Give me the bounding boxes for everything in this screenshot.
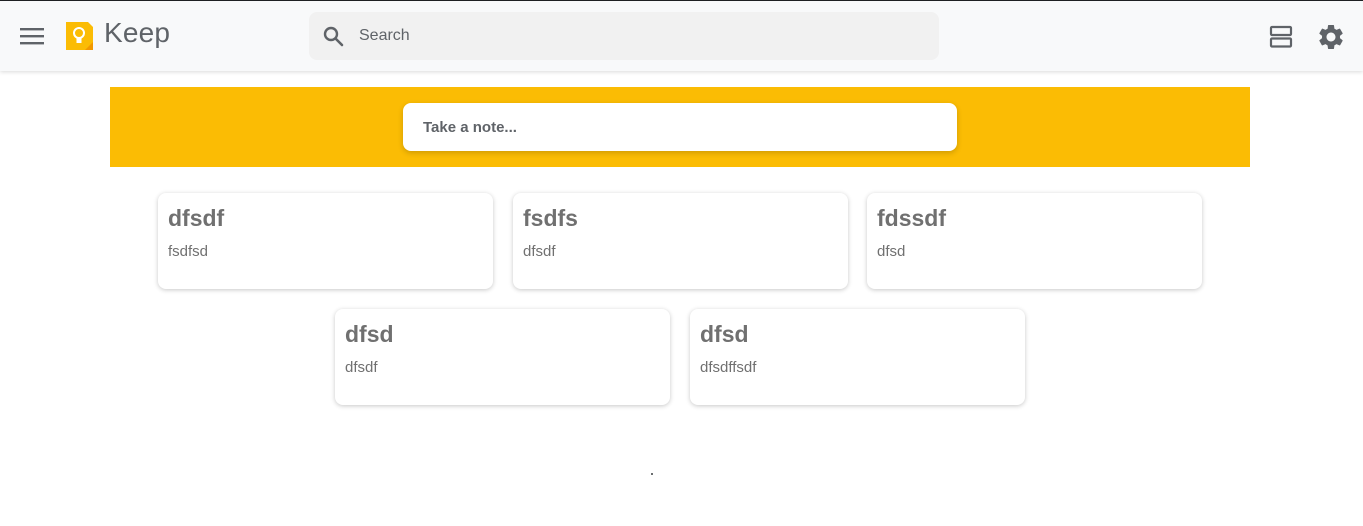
note-title: fdssdf <box>877 205 946 231</box>
note-body: dfsd <box>877 243 906 260</box>
note-body: dfsdf <box>345 359 378 376</box>
note-card[interactable]: dfsd dfsdffsdf <box>690 309 1025 405</box>
search-bar[interactable] <box>309 12 939 60</box>
settings-button[interactable] <box>1316 22 1346 52</box>
note-card[interactable]: fdssdf dfsd <box>867 193 1202 289</box>
gear-icon <box>1319 24 1343 49</box>
main-menu-button[interactable] <box>14 18 50 54</box>
menu-icon <box>20 28 44 45</box>
stray-dot <box>651 473 653 475</box>
note-body: dfsdf <box>523 243 556 260</box>
note-card[interactable]: dfsdf fsdfsd <box>158 193 493 289</box>
note-title: dfsd <box>345 321 394 347</box>
note-composer[interactable] <box>403 103 957 151</box>
note-card[interactable]: dfsd dfsdf <box>335 309 670 405</box>
note-card[interactable]: fsdfs dfsdf <box>513 193 848 289</box>
note-title: dfsdf <box>168 205 225 231</box>
app-title[interactable]: Keep <box>104 17 170 49</box>
search-input[interactable] <box>359 22 919 50</box>
note-body: fsdfsd <box>168 243 209 260</box>
list-view-button[interactable] <box>1266 22 1296 52</box>
note-composer-banner <box>110 87 1250 167</box>
list-view-icon <box>1269 25 1293 48</box>
search-icon[interactable] <box>321 24 345 48</box>
note-title: dfsd <box>700 321 749 347</box>
keep-logo-icon <box>66 22 93 50</box>
note-body: dfsdffsdf <box>700 359 757 376</box>
app-header: Keep <box>0 1 1363 71</box>
take-note-input[interactable] <box>423 115 923 139</box>
note-title: fsdfs <box>523 205 578 231</box>
